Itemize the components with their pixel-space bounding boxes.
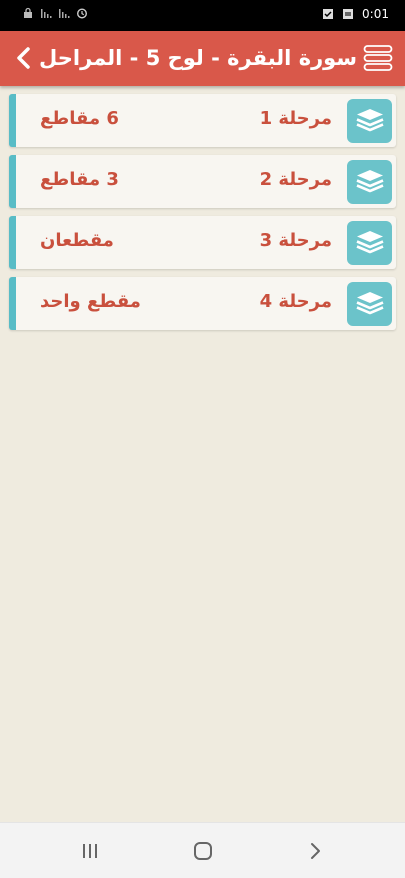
stage-label: مرحلة 3 [259,230,332,251]
status-right-icons: 0:01 [322,7,389,21]
signal-bars-icon [59,9,70,18]
status-left-icons [22,7,88,19]
signal-bars-icon [41,9,52,18]
stage-label: مرحلة 1 [259,108,332,129]
home-icon [194,842,212,860]
check-box-icon [323,9,334,19]
system-nav-bar [0,822,405,878]
page-title: سورة البقرة - لوح 5 - المراحل [39,46,357,70]
nav-back-button[interactable] [296,836,336,866]
lock-icon [24,7,32,18]
back-button[interactable] [8,42,38,74]
stage-label: مرحلة 2 [259,169,332,190]
back-icon [311,843,320,859]
layers-icon [347,160,392,204]
status-time: 0:01 [362,7,389,21]
layers-icon [347,282,392,326]
app-bar: سورة البقرة - لوح 5 - المراحل [0,31,405,86]
home-button[interactable] [183,836,223,866]
menu-button[interactable] [362,42,394,74]
stage-row-1[interactable]: مرحلة 1 6 مقاطع [9,94,396,147]
layers-icon [347,99,392,143]
stage-label: مرحلة 4 [259,291,332,312]
recent-apps-button[interactable] [70,836,110,866]
alarm-icon [76,8,88,19]
segment-count: مقطعان [40,230,114,251]
stage-row-2[interactable]: مرحلة 2 3 مقاطع [9,155,396,208]
image-icon [343,9,354,19]
hamburger-menu-icon [363,45,393,71]
layers-icon [347,221,392,265]
segment-count: 3 مقاطع [40,169,119,190]
stages-list: مرحلة 1 6 مقاطع مرحلة 2 3 مقاطع مرحلة 3 … [9,94,396,338]
status-bar: 0:01 [0,0,405,31]
chevron-left-icon [17,47,30,69]
segment-count: 6 مقاطع [40,108,119,129]
segment-count: مقطع واحد [40,291,141,312]
stage-row-4[interactable]: مرحلة 4 مقطع واحد [9,277,396,330]
recent-apps-icon [83,844,97,858]
stage-row-3[interactable]: مرحلة 3 مقطعان [9,216,396,269]
